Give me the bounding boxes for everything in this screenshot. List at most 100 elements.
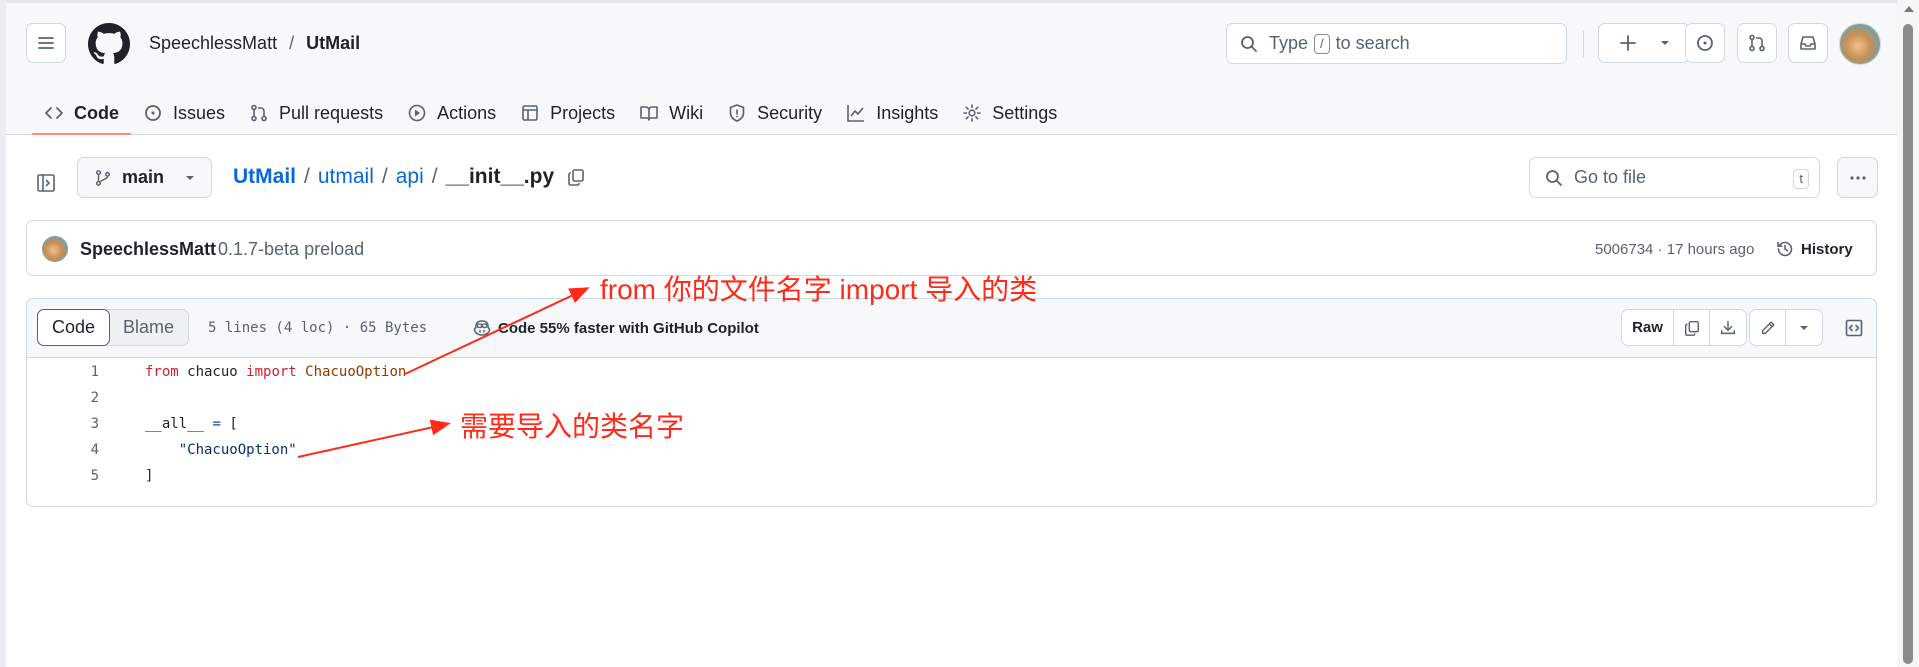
header-divider	[1583, 31, 1584, 57]
commit-message-link[interactable]: 0.1.7-beta preload	[218, 239, 364, 260]
file-viewer: Code Blame 5 lines (4 loc) · 65 Bytes Co…	[26, 298, 1877, 507]
branch-name: main	[122, 167, 165, 187]
app-header: SpeechlessMatt / UtMail Type / to search…	[6, 3, 1897, 135]
tab-actions-label: Actions	[437, 102, 497, 123]
copy-raw-button[interactable]	[1674, 310, 1710, 345]
blame-view-button[interactable]: Blame	[109, 310, 188, 345]
file-path-breadcrumb: UtMail / utmail / api / __init__.py	[233, 165, 586, 189]
go-to-file-placeholder: Go to file	[1574, 167, 1647, 187]
line-number[interactable]: 4	[27, 442, 99, 458]
pull-request-icon	[251, 104, 267, 122]
go-to-file-shortcut-key: t	[1793, 169, 1809, 189]
create-new-button[interactable]	[1598, 23, 1690, 63]
github-logo-icon[interactable]	[88, 23, 130, 65]
path-folder-link[interactable]: utmail	[318, 165, 374, 189]
search-icon	[1241, 35, 1257, 52]
kebab-horizontal-icon	[1849, 175, 1866, 180]
code-line: 2	[27, 385, 1876, 411]
issues-button[interactable]	[1685, 23, 1725, 63]
sidebar-expand-icon	[37, 174, 55, 192]
line-number[interactable]: 2	[27, 390, 99, 406]
code-token: =	[212, 416, 221, 432]
tab-settings-label: Settings	[992, 102, 1058, 123]
user-avatar[interactable]	[1839, 23, 1881, 65]
line-number[interactable]: 5	[27, 468, 99, 484]
symbols-panel-button[interactable]	[1836, 309, 1872, 346]
raw-button[interactable]: Raw	[1622, 310, 1674, 345]
copilot-promo-text: Code 55% faster with GitHub Copilot	[498, 319, 759, 337]
issue-icon	[145, 105, 161, 121]
file-stats: 5 lines (4 loc) · 65 Bytes	[208, 320, 428, 336]
copy-icon[interactable]	[566, 167, 586, 187]
caret-down-icon	[186, 175, 195, 180]
edit-file-button[interactable]	[1750, 310, 1786, 345]
edit-options-dropdown[interactable]	[1786, 310, 1822, 345]
tab-pull-requests-label: Pull requests	[279, 102, 384, 123]
menu-button[interactable]	[26, 23, 66, 63]
toggle-file-tree-button[interactable]	[28, 165, 64, 201]
global-search-input[interactable]: Type / to search	[1226, 23, 1567, 64]
code-square-icon	[1845, 319, 1863, 336]
code-line: 5 ]	[27, 463, 1876, 489]
go-to-file-input[interactable]: Go to file t	[1529, 157, 1820, 198]
tab-security[interactable]: Security	[715, 91, 834, 135]
line-number[interactable]: 3	[27, 416, 99, 432]
inbox-button[interactable]	[1788, 23, 1828, 63]
tab-insights-label: Insights	[876, 102, 939, 123]
path-separator: /	[304, 165, 310, 188]
tab-issues[interactable]: Issues	[131, 91, 237, 135]
code-token: ]	[145, 468, 154, 484]
tab-pull-requests[interactable]: Pull requests	[237, 91, 395, 135]
code-token: [	[220, 416, 238, 432]
pull-requests-button[interactable]	[1737, 23, 1777, 63]
code-view-button[interactable]: Code	[37, 309, 111, 346]
copy-icon	[1684, 320, 1699, 336]
code-line: 3 __all__ = [	[27, 411, 1876, 437]
git-branch-icon	[95, 169, 111, 186]
history-icon	[1777, 241, 1793, 257]
tab-code[interactable]: Code	[32, 91, 131, 135]
path-repo-link[interactable]: UtMail	[233, 165, 296, 189]
history-button[interactable]: History	[1775, 235, 1853, 263]
path-folder-link[interactable]: api	[396, 165, 424, 189]
code-token: __all__	[145, 416, 205, 432]
tab-projects[interactable]: Projects	[508, 91, 627, 135]
line-content: __all__ = [	[145, 416, 238, 432]
repo-owner-link[interactable]: SpeechlessMatt	[149, 33, 277, 54]
tab-wiki[interactable]: Wiki	[627, 91, 715, 135]
view-mode-toggle: Code Blame	[37, 309, 190, 346]
branch-selector[interactable]: main	[77, 157, 212, 198]
shield-icon	[729, 104, 745, 122]
code-icon	[45, 107, 63, 119]
path-separator: /	[431, 165, 438, 188]
copilot-icon	[473, 320, 491, 336]
repo-breadcrumb: SpeechlessMatt / UtMail	[149, 33, 360, 54]
tab-settings[interactable]: Settings	[950, 91, 1069, 135]
annotation-class-name: 需要导入的类名字	[460, 411, 685, 442]
download-raw-button[interactable]	[1710, 310, 1746, 345]
tab-actions[interactable]: Actions	[395, 91, 508, 135]
tab-insights[interactable]: Insights	[834, 91, 950, 135]
raw-actions-group: Raw	[1621, 309, 1747, 346]
commit-hash-and-time[interactable]: 5006734 · 17 hours ago	[1595, 241, 1754, 258]
line-number[interactable]: 1	[27, 364, 99, 380]
repo-name-link[interactable]: UtMail	[306, 33, 360, 54]
scroll-up-arrow-icon[interactable]	[1904, 6, 1914, 12]
plus-icon	[1619, 35, 1636, 51]
caret-down-icon	[1660, 41, 1669, 45]
tab-projects-label: Projects	[550, 102, 616, 123]
tab-security-label: Security	[757, 102, 823, 123]
code-line: 1 from chacuo import ChacuoOption	[27, 359, 1876, 385]
repo-nav: Code Issues Pull requests Actions Projec…	[32, 91, 1069, 135]
commit-author-link[interactable]: SpeechlessMatt	[80, 239, 216, 260]
scrollbar-thumb[interactable]	[1903, 24, 1913, 664]
play-icon	[408, 104, 426, 122]
more-options-button[interactable]	[1837, 157, 1878, 198]
copilot-promo-link[interactable]: Code 55% faster with GitHub Copilot	[472, 318, 759, 338]
page-scrollbar[interactable]	[1897, 0, 1919, 667]
code-area[interactable]: 1 from chacuo import ChacuoOption 2 3 __…	[27, 359, 1876, 489]
search-suffix-text: to search	[1335, 33, 1410, 53]
commit-author-avatar[interactable]	[42, 236, 68, 262]
